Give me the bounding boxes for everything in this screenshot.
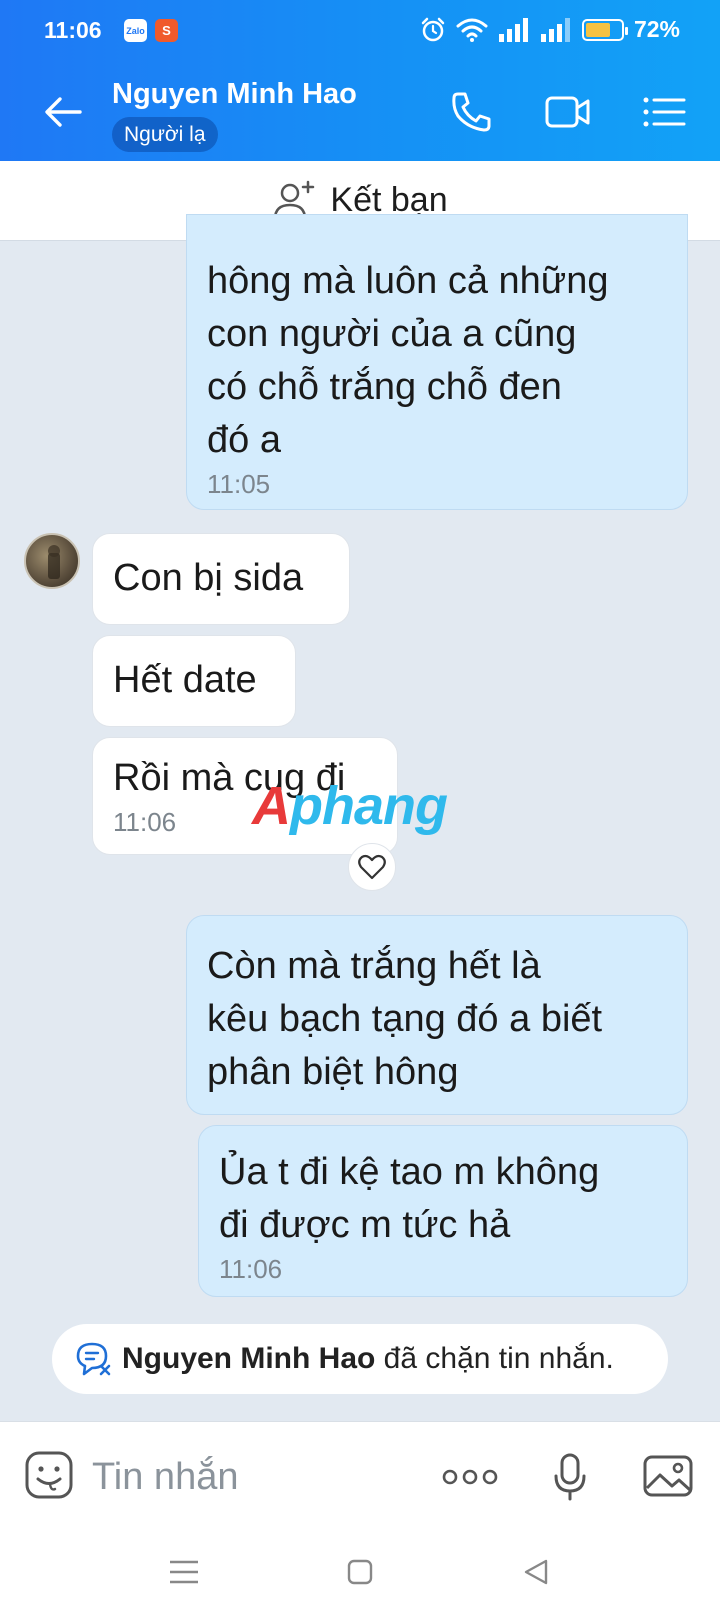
message-line: Ủa t đi kệ tao m không [219,1151,600,1193]
phone-icon[interactable] [448,88,496,136]
menu-list-icon[interactable] [640,88,688,136]
react-heart-button[interactable] [348,843,396,891]
message-line: Hết date [113,659,257,701]
message-input[interactable]: Tin nhắn [92,1422,238,1533]
heart-icon [358,854,386,880]
signal-icon-1 [498,17,528,42]
zalo-app-icon: Zalo [124,19,147,42]
message-line: hông mà luôn cả những [207,260,609,302]
back-arrow-icon[interactable] [42,90,86,134]
signal-icon-2 [540,17,570,42]
message-time: 11:05 [207,469,271,499]
video-camera-icon[interactable] [544,88,592,136]
blocked-text: Nguyen Minh Hao đã chặn tin nhắn. [122,1342,614,1376]
message-line: con người của a cũng [207,313,577,355]
chat-screen: 11:06 Zalo S 72% Nguyen Minh Hao Người l… [0,0,720,1612]
recent-apps-icon[interactable] [164,1556,204,1588]
message-line: đó a [207,419,281,461]
message-text: hông mà luôn cả những con người của a cũ… [207,255,667,467]
chat-header: 11:06 Zalo S 72% Nguyen Minh Hao Người l… [0,0,720,161]
notification-icons: Zalo S [124,19,178,42]
blocked-by-name: Nguyen Minh Hao [122,1342,376,1375]
blocked-message: đã chặn tin nhắn. [375,1342,614,1375]
alarm-icon [421,17,445,41]
message-line: phân biệt hông [207,1051,459,1093]
message-time: 11:06 [219,1254,283,1284]
status-bar: 11:06 Zalo S 72% [0,0,720,64]
sticker-emoji-icon[interactable] [24,1450,74,1500]
message-line: có chỗ trắng chỗ đen [207,366,562,408]
blocked-message-icon [76,1342,111,1376]
battery-level [585,22,611,37]
message-bubble-out[interactable]: hông mà luôn cả những con người của a cũ… [186,214,688,510]
contact-avatar[interactable] [24,533,80,589]
status-time: 11:06 [44,17,102,43]
battery-percent: 72% [633,16,680,42]
back-nav-icon[interactable] [516,1556,556,1588]
avatar-image [48,545,60,579]
watermark-logo: Aphang [252,776,448,836]
message-line: Con bị sida [113,557,304,599]
image-gallery-icon[interactable] [642,1452,694,1500]
contact-name[interactable]: Nguyen Minh Hao [112,78,357,111]
message-bubble-in[interactable]: Hết date [92,635,296,727]
battery-icon [581,18,628,41]
status-icons: 72% [420,16,680,43]
message-line: kêu bạch tạng đó a biết [207,998,603,1040]
shopee-app-icon: S [155,19,178,42]
message-line: đi được m tức hả [219,1204,511,1246]
message-bubble-in[interactable]: Con bị sida [92,533,350,625]
message-line: Còn mà trắng hết là [207,945,541,987]
message-composer: Tin nhắn [0,1421,720,1532]
system-navigation-bar [0,1532,720,1612]
home-icon[interactable] [340,1556,380,1588]
message-bubble-out[interactable]: Ủa t đi kệ tao m không đi được m tức hả … [198,1125,688,1297]
more-options-icon[interactable] [442,1466,498,1488]
microphone-icon[interactable] [552,1452,588,1502]
stranger-badge: Người lạ [112,117,218,152]
blocked-notice: Nguyen Minh Hao đã chặn tin nhắn. [52,1324,668,1394]
wifi-icon [456,18,488,42]
message-bubble-out[interactable]: Còn mà trắng hết là kêu bạch tạng đó a b… [186,915,688,1115]
